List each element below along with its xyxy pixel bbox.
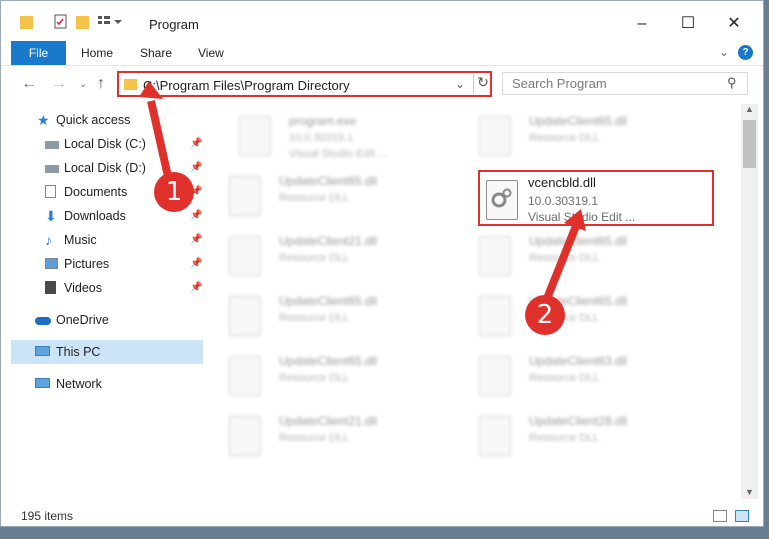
annotation-arrows xyxy=(139,81,586,303)
step-2-marker: 2 xyxy=(525,295,565,335)
explorer-window: Program – ☐ ✕ File Home Share View ⌄ ? ←… xyxy=(0,0,764,527)
step-1-marker: 1 xyxy=(154,172,194,212)
